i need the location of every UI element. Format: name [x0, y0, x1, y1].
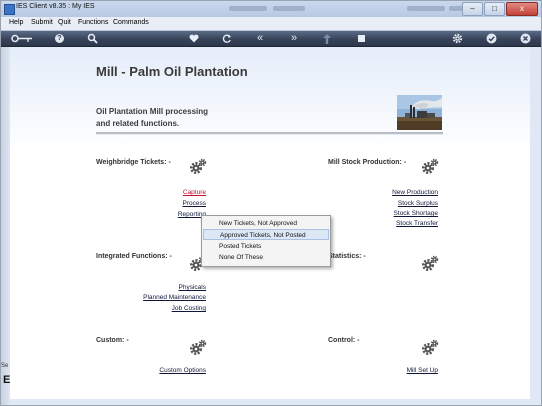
- link-stock-shortage[interactable]: Stock Shortage: [394, 210, 438, 217]
- gear-icon[interactable]: [421, 158, 439, 174]
- gear-icon[interactable]: [421, 255, 439, 271]
- menu-commands[interactable]: Commands: [113, 19, 149, 26]
- maximize-button[interactable]: □: [484, 2, 505, 16]
- mill-photo: [397, 95, 442, 130]
- window-controls: – □ x: [462, 2, 538, 16]
- side-panel-label: Se: [1, 363, 9, 369]
- link-job-costing[interactable]: Job Costing: [172, 305, 206, 312]
- page-description: Oil Plantation Mill processing and relat…: [96, 106, 208, 130]
- search-icon[interactable]: [87, 33, 98, 44]
- section-mill-stock-title: Mill Stock Production: -: [328, 159, 407, 166]
- menu-item-approved-tickets[interactable]: Approved Tickets, Not Posted: [203, 229, 329, 240]
- refresh-icon[interactable]: [222, 33, 232, 44]
- help-icon[interactable]: ?: [55, 34, 64, 43]
- link-planned-maintenance[interactable]: Planned Maintenance: [143, 294, 206, 301]
- app-icon: [4, 4, 15, 15]
- forward-icon[interactable]: »: [288, 32, 300, 45]
- gear-icon[interactable]: [452, 33, 463, 44]
- page-title: Mill - Palm Oil Plantation: [96, 64, 248, 79]
- link-physicals[interactable]: Physicals: [179, 284, 206, 291]
- description-line: and related functions.: [96, 119, 180, 128]
- menu-quit[interactable]: Quit: [58, 19, 71, 26]
- close-button[interactable]: x: [506, 2, 538, 16]
- link-stock-transfer[interactable]: Stock Transfer: [396, 220, 438, 227]
- header-divider: [96, 132, 443, 135]
- window-title: IES Client v8.35 : My IES: [16, 3, 95, 10]
- gear-icon[interactable]: [189, 158, 207, 174]
- title-bar-blurred-text: [229, 6, 267, 11]
- title-bar-blurred-text: [273, 6, 305, 11]
- heart-icon[interactable]: [189, 34, 199, 43]
- back-icon[interactable]: «: [254, 32, 266, 45]
- menu-bar: Help Submit Quit Functions Commands: [1, 17, 541, 31]
- close-icon[interactable]: [520, 33, 531, 44]
- section-statistics-title: Statistics: -: [328, 253, 366, 260]
- section-control-title: Control: -: [328, 337, 360, 344]
- section-custom-title: Custom: -: [96, 337, 129, 344]
- key-icon[interactable]: [11, 34, 33, 43]
- stop-icon[interactable]: [357, 34, 366, 43]
- section-integrated-title: Integrated Functions: -: [96, 253, 172, 260]
- link-capture[interactable]: Capture: [183, 189, 206, 196]
- title-bar: IES Client v8.35 : My IES – □ x: [1, 1, 541, 17]
- link-process[interactable]: Process: [183, 200, 206, 207]
- gear-icon[interactable]: [189, 339, 207, 355]
- link-stock-surplus[interactable]: Stock Surplus: [398, 200, 438, 207]
- description-line: Oil Plantation Mill processing: [96, 107, 209, 116]
- menu-item-new-tickets[interactable]: New Tickets, Not Approved: [203, 218, 329, 229]
- gear-icon[interactable]: [421, 339, 439, 355]
- menu-functions[interactable]: Functions: [78, 19, 108, 26]
- title-bar-blurred-text: [407, 6, 445, 11]
- left-side-panel: [1, 47, 10, 405]
- app-window: IES Client v8.35 : My IES – □ x Help Sub…: [0, 0, 542, 406]
- section-weighbridge-title: Weighbridge Tickets: -: [96, 159, 171, 166]
- toolbar: ? « »: [1, 31, 541, 47]
- minimize-button[interactable]: –: [462, 2, 483, 16]
- check-icon[interactable]: [486, 33, 497, 44]
- menu-submit[interactable]: Submit: [31, 19, 53, 26]
- menu-item-none[interactable]: None Of These: [203, 252, 329, 263]
- link-custom-options[interactable]: Custom Options: [159, 367, 206, 374]
- reporting-popup-menu: New Tickets, Not Approved Approved Ticke…: [201, 215, 331, 267]
- link-new-production[interactable]: New Production: [392, 189, 438, 196]
- menu-help[interactable]: Help: [9, 19, 23, 26]
- upload-icon[interactable]: [323, 34, 331, 44]
- menu-item-posted-tickets[interactable]: Posted Tickets: [203, 241, 329, 252]
- link-mill-set-up[interactable]: Mill Set Up: [407, 367, 438, 374]
